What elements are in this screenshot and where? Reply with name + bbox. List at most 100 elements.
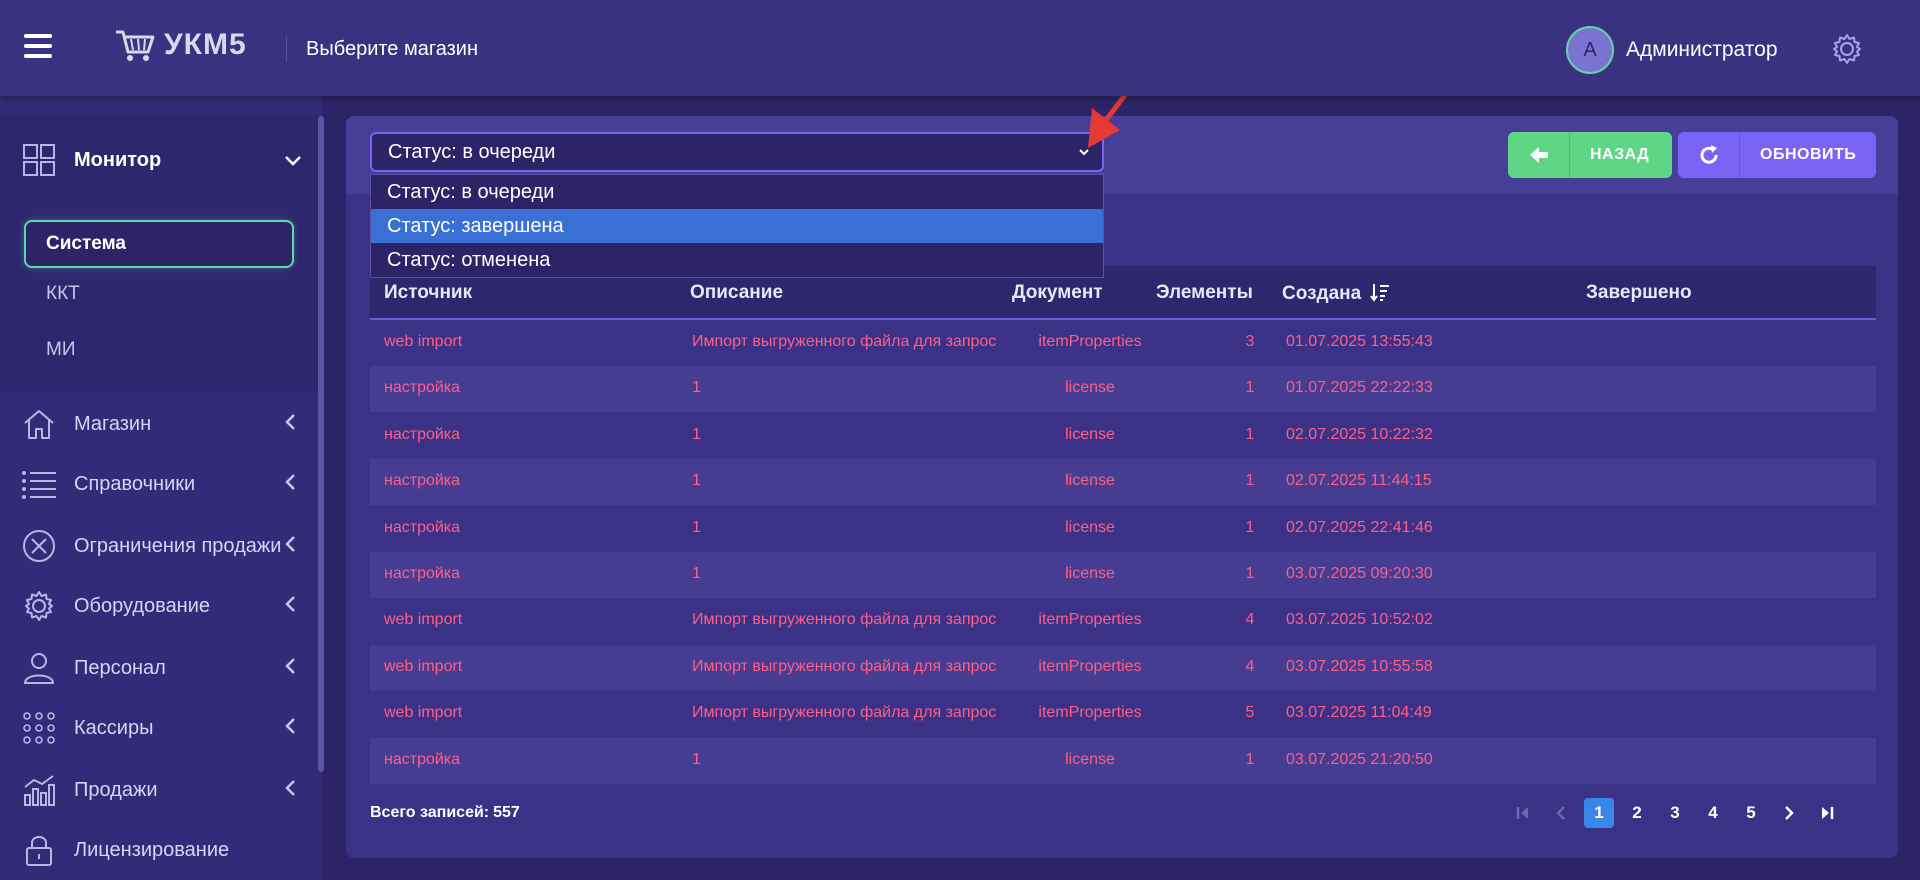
column-header-finished[interactable]: Завершено	[1586, 282, 1692, 304]
grid-dots-icon	[20, 709, 58, 747]
page-button-5[interactable]: 5	[1736, 798, 1766, 828]
dropdown-option-highlighted[interactable]: Статус: завершена	[371, 209, 1103, 243]
arrow-left-icon	[1508, 132, 1570, 178]
column-header-source[interactable]: Источник	[384, 282, 472, 304]
table-row[interactable]: web import Импорт выгруженного файла для …	[370, 598, 1876, 645]
logo[interactable]: УКМ5	[114, 28, 247, 62]
table-row[interactable]: настройка 1 license 1 02.07.2025 11:44:15	[370, 459, 1876, 506]
cell-created: 03.07.2025 10:52:02	[1286, 611, 1433, 629]
table-row[interactable]: настройка 1 license 1 02.07.2025 10:22:32	[370, 412, 1876, 459]
column-header-document[interactable]: Документ	[1012, 282, 1103, 304]
page-button-2[interactable]: 2	[1622, 798, 1652, 828]
sidebar-item-label: Монитор	[74, 148, 162, 171]
column-header-description[interactable]: Описание	[690, 282, 783, 304]
table-row[interactable]: настройка 1 license 1 03.07.2025 21:20:50	[370, 737, 1876, 784]
sidebar-item-equipment[interactable]: Оборудование	[0, 576, 318, 636]
table-row[interactable]: web import Импорт выгруженного файла для …	[370, 644, 1876, 691]
column-header-created[interactable]: Создана	[1282, 282, 1390, 305]
last-page-icon[interactable]	[1812, 798, 1842, 828]
cell-created: 02.07.2025 11:44:15	[1286, 472, 1432, 490]
cell-document: license	[1065, 379, 1115, 397]
cell-description: Импорт выгруженного файла для запроса	[692, 611, 996, 629]
column-header-elements[interactable]: Элементы	[1156, 282, 1253, 304]
back-button-label: НАЗАД	[1590, 146, 1650, 163]
cell-description: Импорт выгруженного файла для запроса	[692, 333, 996, 350]
sidebar-item-label: Кассиры	[74, 716, 154, 739]
refresh-icon	[1678, 132, 1740, 178]
sidebar-item-label: Ограничения продажи	[74, 534, 282, 557]
page-button-4[interactable]: 4	[1698, 798, 1728, 828]
user-menu[interactable]: A Администратор	[1566, 26, 1778, 74]
refresh-button[interactable]: ОБНОВИТЬ	[1678, 132, 1876, 178]
dropdown-option[interactable]: Статус: отменена	[371, 243, 1103, 277]
cell-created: 03.07.2025 11:04:49	[1286, 704, 1432, 722]
cell-description: 1	[692, 379, 701, 397]
table-row[interactable]: web import Импорт выгруженного файла для …	[370, 320, 1876, 366]
table-row[interactable]: настройка 1 license 1 02.07.2025 22:41:46	[370, 505, 1876, 552]
cell-source: настройка	[384, 379, 461, 397]
cell-description: 1	[692, 750, 701, 768]
sidebar-item-staff[interactable]: Персонал	[0, 638, 318, 698]
dropdown-option[interactable]: Статус: в очереди	[371, 175, 1103, 209]
avatar: A	[1566, 26, 1614, 74]
cell-source: настройка	[384, 518, 461, 536]
chevron-left-icon	[284, 411, 296, 437]
sidebar-scrollbar[interactable]	[318, 116, 324, 772]
sort-desc-icon	[1370, 284, 1390, 302]
cell-created: 02.07.2025 10:22:32	[1286, 425, 1433, 443]
chevron-down-icon	[284, 147, 302, 173]
sidebar-subitem-system[interactable]: Система	[24, 220, 294, 268]
cell-source: настройка	[384, 750, 461, 768]
cell-document: license	[1065, 750, 1115, 768]
lock-icon	[20, 831, 58, 869]
cell-document: itemProperties	[1038, 611, 1142, 629]
menu-toggle-icon[interactable]	[24, 34, 52, 58]
cell-description: 1	[692, 472, 701, 490]
sidebar-item-sales[interactable]: Продажи	[0, 760, 318, 820]
sidebar-item-label: Персонал	[74, 656, 166, 679]
sidebar-item-licensing[interactable]: Лицензирование	[0, 820, 318, 880]
dashboard-icon	[20, 141, 58, 179]
cell-description: Импорт выгруженного файла для запроса	[692, 657, 996, 675]
page-button-1[interactable]: 1	[1584, 798, 1614, 828]
settings-gear-icon[interactable]	[1830, 32, 1864, 71]
first-page-icon[interactable]	[1508, 798, 1538, 828]
user-name: Администратор	[1626, 38, 1778, 61]
top-header: УКМ5 Выберите магазин A Администратор	[0, 0, 1920, 96]
status-filter-select[interactable]: Статус: в очереди	[370, 132, 1104, 172]
sidebar-item-label: Лицензирование	[74, 838, 230, 861]
list-icon	[20, 465, 58, 503]
cell-document: license	[1065, 565, 1115, 582]
chevron-left-icon	[284, 715, 296, 741]
sidebar-item-label: Справочники	[74, 472, 196, 495]
page-button-3[interactable]: 3	[1660, 798, 1690, 828]
cell-description: 1	[692, 565, 701, 582]
next-page-icon[interactable]	[1774, 798, 1804, 828]
header-divider	[286, 36, 287, 62]
sidebar-item-label: Магазин	[74, 412, 152, 435]
cell-source: настройка	[384, 565, 461, 582]
table-row[interactable]: настройка 1 license 1 03.07.2025 09:20:30	[370, 552, 1876, 598]
cell-document: itemProperties	[1038, 704, 1142, 722]
back-button[interactable]: НАЗАД	[1508, 132, 1672, 178]
shop-select[interactable]: Выберите магазин	[306, 38, 478, 61]
table-row[interactable]: настройка 1 license 1 01.07.2025 22:22:33	[370, 366, 1876, 413]
restriction-icon	[20, 527, 58, 565]
sidebar-item-sale-restrictions[interactable]: Ограничения продажи	[0, 516, 318, 576]
cell-document: license	[1065, 472, 1115, 490]
status-filter-dropdown: Статус: в очереди Статус: завершена Стат…	[370, 174, 1104, 278]
total-records: Всего записей: 557	[370, 804, 520, 822]
cell-description: 1	[692, 518, 701, 536]
sidebar-item-cashiers[interactable]: Кассиры	[0, 698, 318, 758]
table-row[interactable]: web import Импорт выгруженного файла для …	[370, 691, 1876, 738]
sidebar-item-shop[interactable]: Магазин	[0, 394, 318, 454]
pagination: 1 2 3 4 5	[1508, 798, 1850, 828]
sidebar-subitem-kkt[interactable]: ККТ	[24, 270, 294, 318]
sidebar-item-references[interactable]: Справочники	[0, 454, 318, 514]
column-header-created-label: Создана	[1282, 283, 1362, 304]
sidebar-subitem-mi[interactable]: МИ	[24, 326, 294, 374]
sidebar-item-monitor[interactable]: Монитор	[0, 130, 318, 190]
logo-text: УКМ5	[164, 28, 247, 61]
prev-page-icon[interactable]	[1546, 798, 1576, 828]
monitor-group: Монитор Система ККТ МИ	[0, 116, 318, 392]
